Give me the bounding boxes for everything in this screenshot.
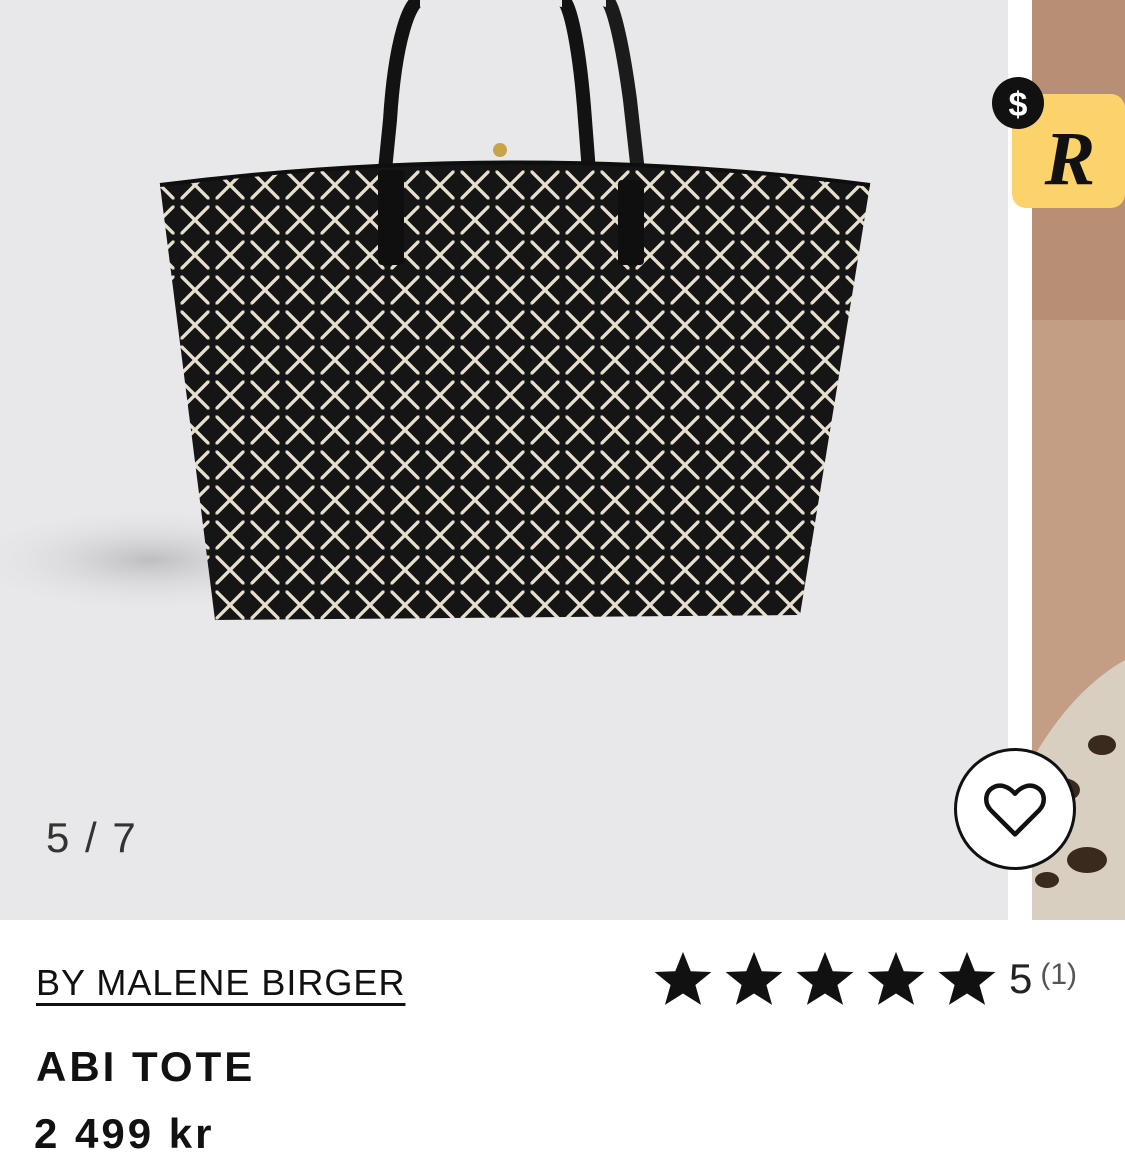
rating-value: 5 <box>1009 955 1033 1002</box>
dollar-symbol: $ <box>1009 86 1028 124</box>
tote-bag-image <box>0 0 871 620</box>
image-counter: 5 / 7 <box>46 814 138 861</box>
product-image-current[interactable] <box>0 0 1008 920</box>
product-title: ABI TOTE <box>36 1043 256 1090</box>
badge-letter: R <box>1044 117 1096 201</box>
star-icon <box>796 951 854 1005</box>
star-icon <box>938 951 996 1005</box>
favorite-button[interactable] <box>954 748 1076 870</box>
star-icon <box>654 951 712 1005</box>
star-icon <box>867 951 925 1005</box>
star-icon <box>725 951 783 1005</box>
heart-icon <box>984 783 1046 837</box>
brand-link[interactable]: BY MALENE BIRGER <box>36 962 405 1004</box>
product-price: 2 499 kr <box>34 1110 215 1157</box>
product-rating[interactable]: 5 (1) <box>652 944 1077 1014</box>
rewards-badge-icon: $ R <box>992 77 1125 208</box>
rewards-badge[interactable]: $ R <box>992 76 1125 217</box>
product-image-gallery[interactable]: 5 / 7 $ R <box>0 0 1125 920</box>
rating-count: (1) <box>1040 958 1078 991</box>
